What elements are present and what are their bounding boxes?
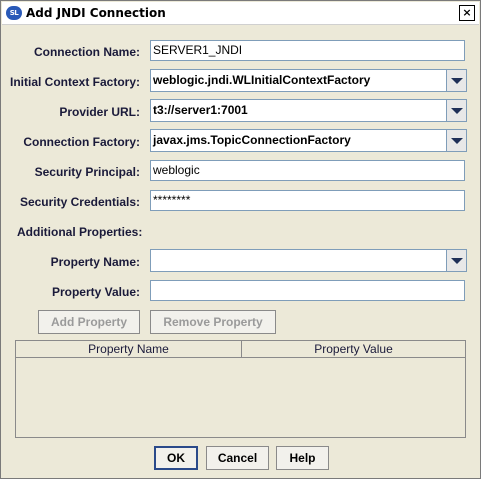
additional-properties-heading: Additional Properties: bbox=[17, 225, 143, 239]
connection-name-label: Connection Name: bbox=[33, 45, 140, 59]
security-principal-label: Security Principal: bbox=[34, 165, 140, 179]
app-logo-icon: SL bbox=[6, 6, 22, 20]
initial-context-factory-value: weblogic.jndi.WLInitialContextFactory bbox=[153, 73, 371, 87]
connection-factory-value: javax.jms.TopicConnectionFactory bbox=[153, 133, 351, 147]
properties-table[interactable]: Property Name Property Value bbox=[15, 340, 466, 438]
ok-button[interactable]: OK bbox=[154, 446, 198, 470]
title-bar[interactable]: SL Add JNDI Connection × bbox=[2, 2, 479, 25]
chevron-down-icon[interactable] bbox=[446, 70, 466, 91]
chevron-down-icon[interactable] bbox=[446, 100, 466, 121]
column-header-property-value[interactable]: Property Value bbox=[242, 341, 465, 358]
chevron-down-icon[interactable] bbox=[446, 130, 466, 151]
cancel-button[interactable]: Cancel bbox=[206, 446, 269, 470]
column-header-property-name[interactable]: Property Name bbox=[16, 341, 242, 358]
security-principal-input[interactable]: weblogic bbox=[150, 160, 465, 181]
provider-url-value: t3://server1:7001 bbox=[153, 103, 248, 117]
add-property-button[interactable]: Add Property bbox=[38, 310, 140, 334]
property-name-label: Property Name: bbox=[50, 255, 140, 269]
add-jndi-connection-dialog: SL Add JNDI Connection × Connection Name… bbox=[0, 0, 481, 479]
security-credentials-label: Security Credentials: bbox=[19, 195, 140, 209]
close-button[interactable]: × bbox=[459, 5, 475, 21]
provider-url-label: Provider URL: bbox=[59, 105, 140, 119]
help-button[interactable]: Help bbox=[276, 446, 329, 470]
initial-context-factory-label: Initial Context Factory: bbox=[10, 75, 141, 89]
provider-url-combo[interactable]: t3://server1:7001 bbox=[150, 99, 467, 122]
chevron-down-icon[interactable] bbox=[446, 250, 466, 271]
connection-factory-combo[interactable]: javax.jms.TopicConnectionFactory bbox=[150, 129, 467, 152]
connection-factory-label: Connection Factory: bbox=[23, 135, 140, 149]
connection-name-input[interactable]: SERVER1_JNDI bbox=[150, 40, 465, 61]
security-credentials-input[interactable]: ******** bbox=[150, 190, 465, 211]
dialog-title: Add JNDI Connection bbox=[26, 6, 166, 20]
property-name-combo[interactable] bbox=[150, 249, 467, 272]
remove-property-button[interactable]: Remove Property bbox=[150, 310, 276, 334]
property-value-input[interactable] bbox=[150, 280, 465, 301]
initial-context-factory-combo[interactable]: weblogic.jndi.WLInitialContextFactory bbox=[150, 69, 467, 92]
property-value-label: Property Value: bbox=[51, 285, 140, 299]
